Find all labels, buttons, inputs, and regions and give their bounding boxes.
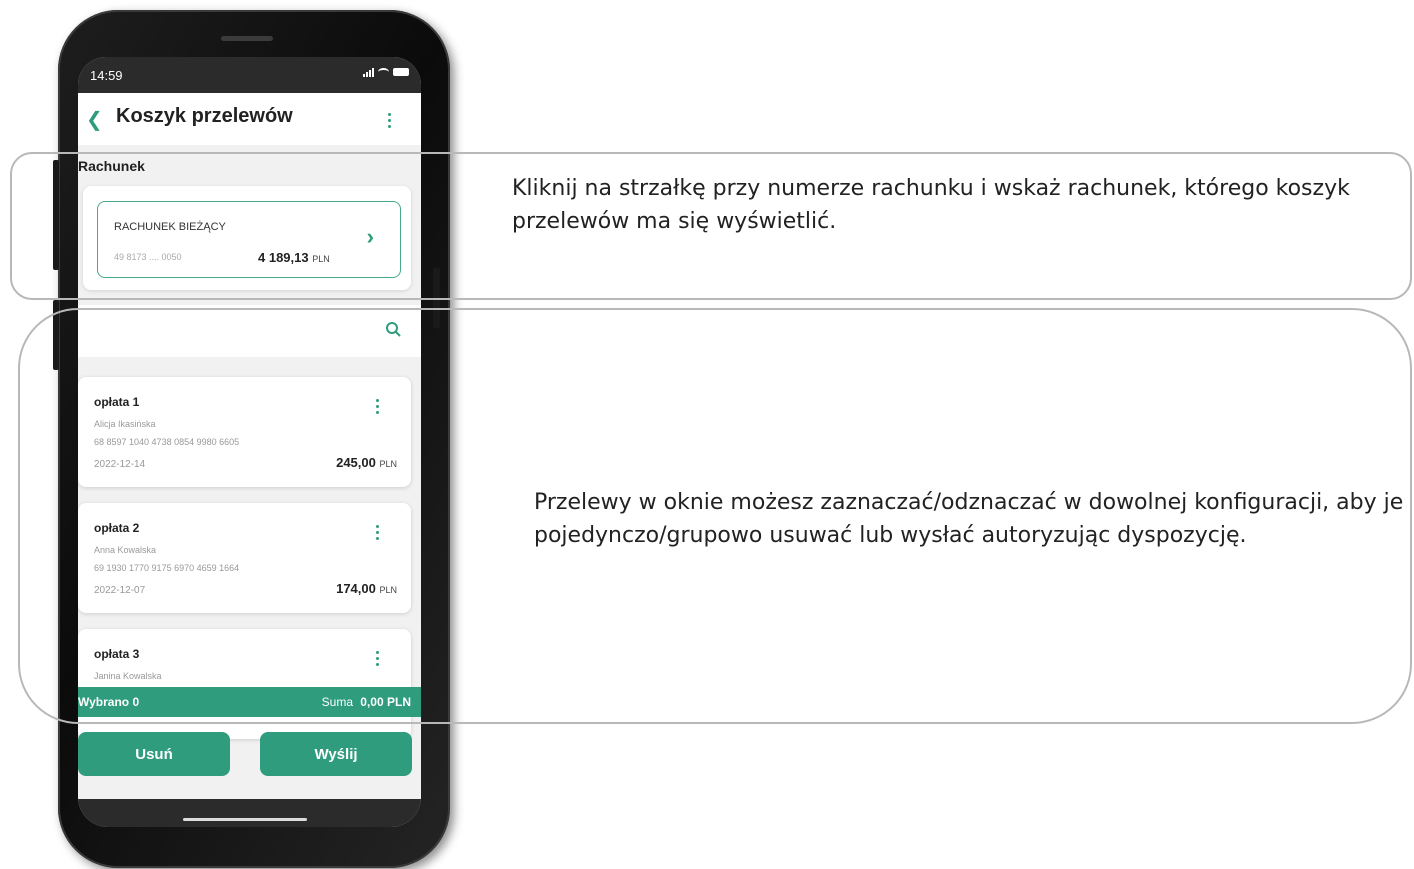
phone-speaker [221,36,273,41]
status-time: 14:59 [90,68,123,83]
signal-icon [363,67,374,77]
page-title: Koszyk przelewów [116,105,293,127]
status-bar: 14:59 [78,57,421,93]
more-options-icon[interactable] [388,113,391,128]
wifi-icon [378,68,389,76]
delete-button[interactable]: Usuń [78,732,230,776]
payments-callout-text: Przelewy w oknie możesz zaznaczać/odznac… [534,490,1404,548]
back-arrow-icon[interactable]: ❮ [86,107,103,132]
home-indicator[interactable] [183,818,307,821]
app-header: ❮ Koszyk przelewów [78,93,421,145]
system-nav-bar [78,799,421,827]
battery-icon [393,68,409,76]
account-callout-text: Kliknij na strzałkę przy numerze rachunk… [512,176,1350,234]
send-button[interactable]: Wyślij [260,732,412,776]
status-icons [363,67,409,77]
